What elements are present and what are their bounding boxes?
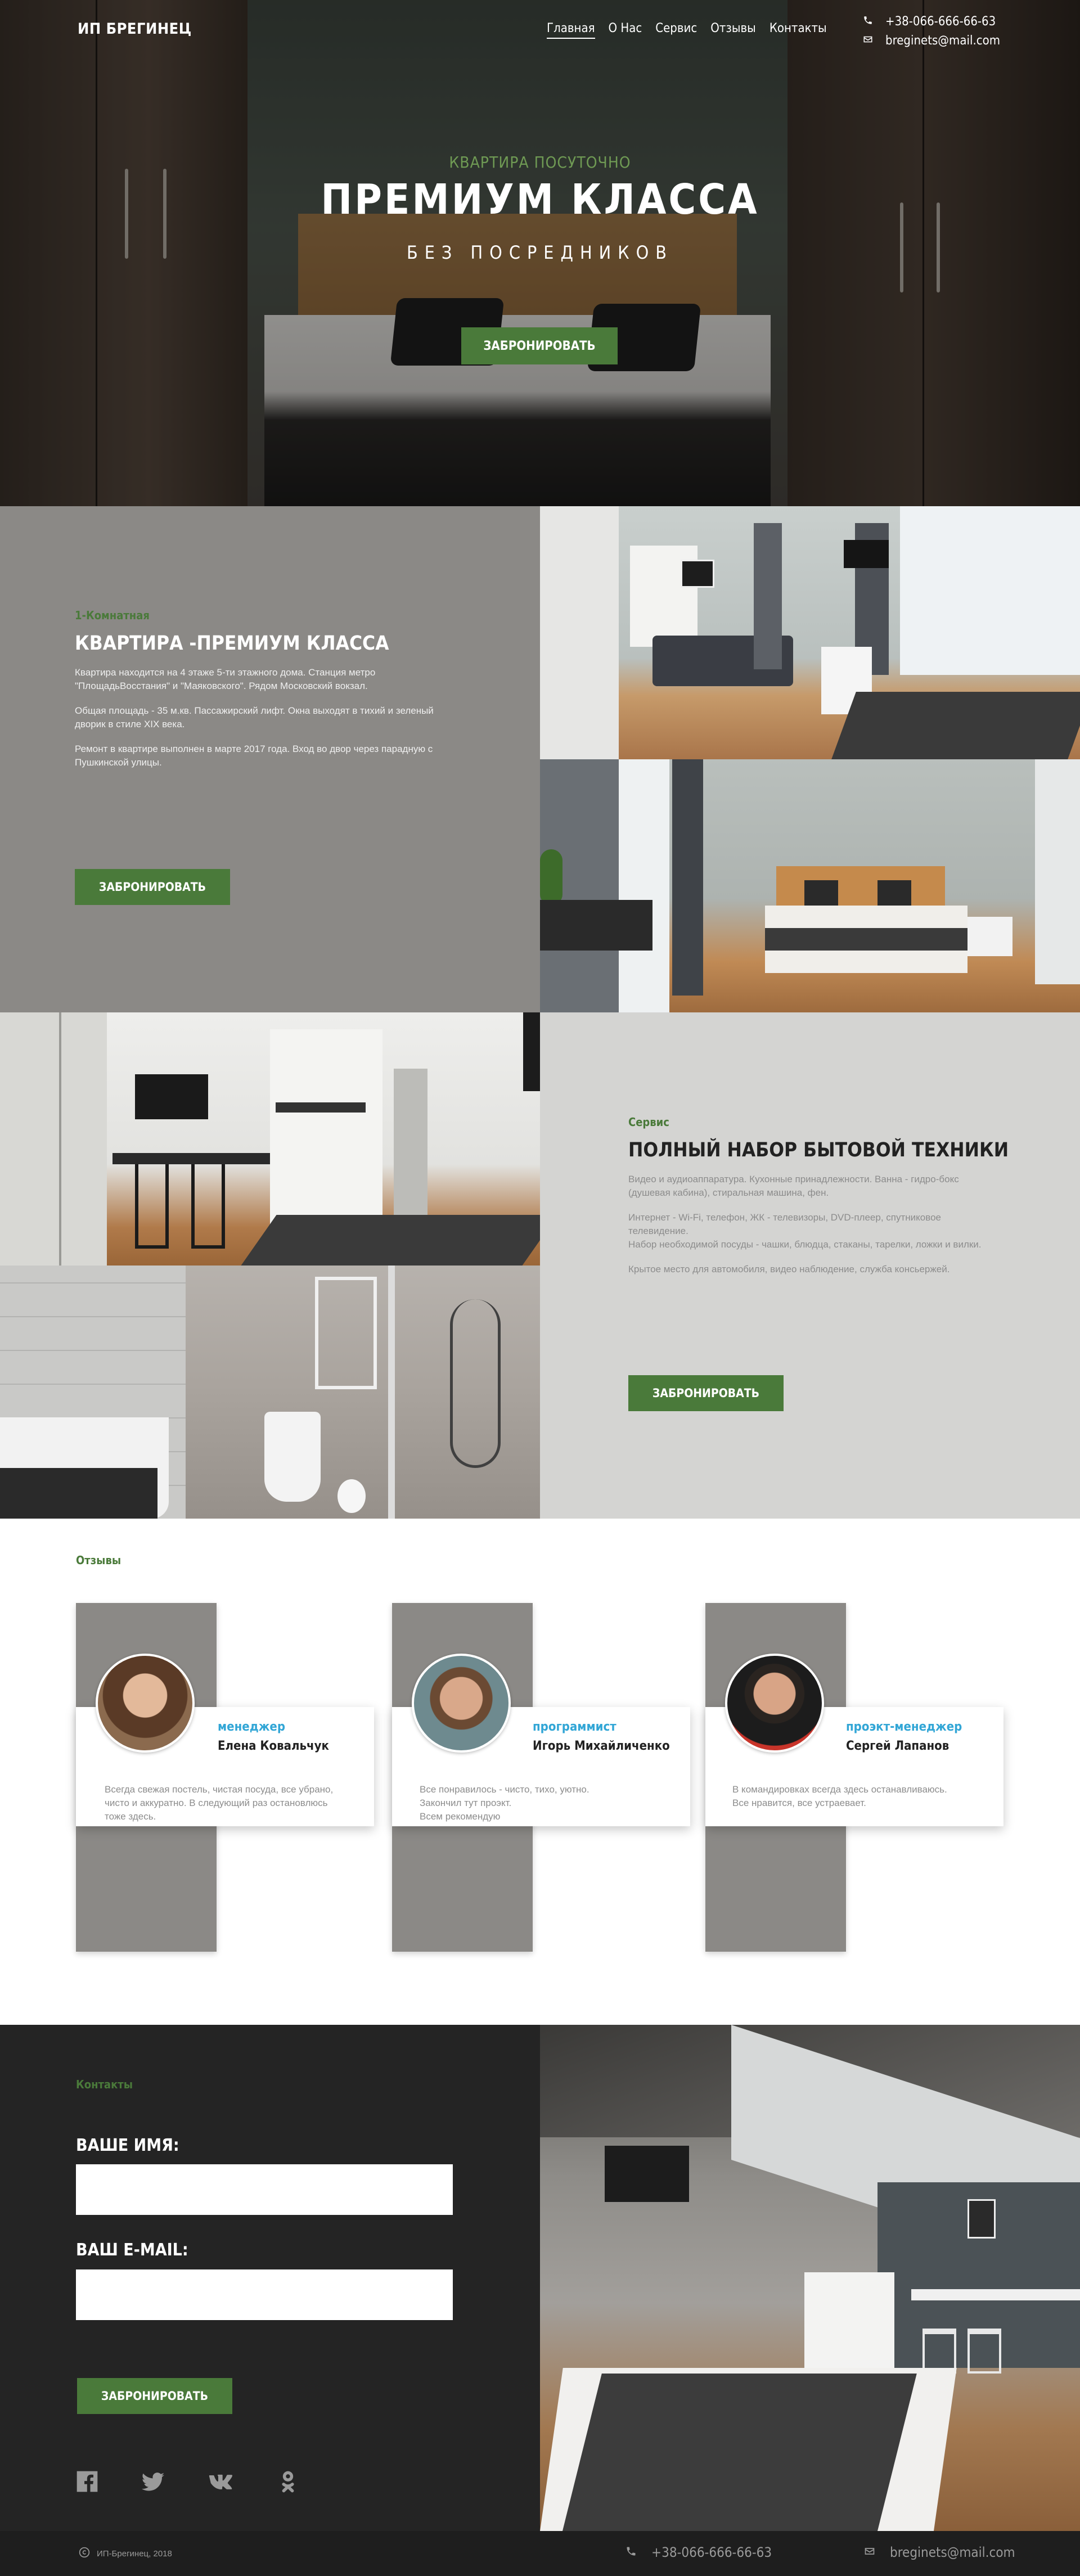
reviews-kicker: Отзывы: [76, 1553, 122, 1567]
nav-item-about[interactable]: О Нас: [609, 21, 642, 39]
bedroom-photo: [540, 759, 1080, 1012]
living-room-photo: [540, 506, 1080, 759]
review-text: Всегда свежая постель, чистая посуда, вс…: [105, 1784, 334, 1822]
apartment-text-1: Квартира находится на 4 этаже 5-ти этажн…: [75, 667, 376, 691]
apartment-book-button[interactable]: ЗАБРОНИРОВАТЬ: [75, 869, 230, 905]
header-email-row[interactable]: breginets@mail.com: [863, 31, 1000, 51]
contacts-book-button[interactable]: ЗАБРОНИРОВАТЬ: [77, 2378, 232, 2414]
apartment-kicker: 1-Комнатная: [75, 609, 150, 622]
hero-subtitle: БЕЗ ПОСРЕДНИКОВ: [406, 242, 674, 263]
facebook-icon[interactable]: [75, 2469, 100, 2494]
review-name: Игорь Михайличенко: [533, 1739, 670, 1753]
review-name: Елена Ковальчук: [218, 1739, 329, 1753]
footer: ИП-Брегинец, 2018 +38-066-666-66-63 breg…: [0, 2531, 1080, 2576]
header-phone-row[interactable]: +38-066-666-66-63: [863, 12, 1000, 31]
copyright-text: ИП-Брегинец, 2018: [97, 2548, 172, 2559]
avatar: [96, 1654, 195, 1753]
footer-email-row[interactable]: breginets@mail.com: [864, 2545, 1015, 2560]
header-phone: +38-066-666-66-63: [885, 15, 996, 29]
nav-item-service[interactable]: Сервис: [655, 21, 697, 39]
service-text-4: Крытое место для автомобиля, видео наблю…: [628, 1264, 950, 1275]
odnoklassniki-icon[interactable]: [276, 2469, 300, 2494]
phone-icon: [863, 12, 873, 31]
footer-copyright: ИП-Брегинец, 2018: [79, 2547, 172, 2560]
review-text: В командировках всегда здесь останавлива…: [732, 1784, 947, 1808]
service-text-3: Набор необходимой посуды - чашки, блюдца…: [628, 1239, 982, 1250]
name-input[interactable]: [76, 2164, 453, 2215]
vk-icon[interactable]: [208, 2469, 233, 2494]
apartment-title: КВАРТИРА -ПРЕМИУМ КЛАССА: [75, 632, 389, 655]
review-name: Сергей Лапанов: [846, 1739, 950, 1753]
email-label: ВАШ E-MAIL:: [76, 2240, 188, 2260]
review-role: проэкт-менеджер: [846, 1720, 962, 1734]
service-book-button[interactable]: ЗАБРОНИРОВАТЬ: [628, 1375, 784, 1411]
phone-icon: [626, 2545, 637, 2560]
copyright-icon: [79, 2547, 90, 2560]
hero-section: ИП БРЕГИНЕЦ Главная О Нас Сервис Отзывы …: [0, 0, 1080, 506]
email-input[interactable]: [76, 2269, 453, 2320]
service-title: ПОЛНЫЙ НАБОР БЫТОВОЙ ТЕХНИКИ: [628, 1139, 1009, 1161]
service-kicker: Сервис: [628, 1115, 669, 1129]
avatar: [725, 1654, 824, 1753]
header-email: breginets@mail.com: [885, 34, 1001, 48]
apartment-text-2: Общая площадь - 35 м.кв. Пассажирский ли…: [75, 705, 434, 729]
footer-phone: +38-066-666-66-63: [651, 2545, 772, 2560]
twitter-icon[interactable]: [141, 2469, 165, 2494]
hero-book-button[interactable]: ЗАБРОНИРОВАТЬ: [461, 327, 618, 364]
hero-title: ПРЕМИУМ КЛАССА: [321, 175, 759, 224]
envelope-icon: [863, 31, 873, 51]
contacts-section: Контакты ВАШЕ ИМЯ: ВАШ E-MAIL: ЗАБРОНИРО…: [0, 2025, 540, 2531]
header-contacts: +38-066-666-66-63 breginets@mail.com: [863, 12, 1000, 51]
nav-item-home[interactable]: Главная: [547, 21, 595, 39]
reviews-section: Отзывы менеджер Елена Ковальчук Всегда с…: [0, 1519, 1080, 2025]
bathroom-photo: [0, 1266, 540, 1519]
nav-item-contacts[interactable]: Контакты: [770, 21, 827, 39]
main-nav: Главная О Нас Сервис Отзывы Контакты: [547, 21, 827, 39]
apartment-text-3: Ремонт в квартире выполнен в марте 2017 …: [75, 744, 433, 768]
envelope-icon: [864, 2545, 875, 2560]
attic-room-photo: [540, 2025, 1080, 2531]
review-text: Все понравилось - чисто, тихо, уютно. За…: [420, 1784, 590, 1822]
service-section: Сервис ПОЛНЫЙ НАБОР БЫТОВОЙ ТЕХНИКИ Виде…: [540, 1012, 1080, 1519]
nav-item-reviews[interactable]: Отзывы: [710, 21, 756, 39]
footer-phone-row[interactable]: +38-066-666-66-63: [626, 2545, 772, 2560]
kitchen-photo: [0, 1012, 540, 1266]
review-role: менеджер: [218, 1720, 285, 1734]
apartment-section: 1-Комнатная КВАРТИРА -ПРЕМИУМ КЛАССА Ква…: [0, 506, 540, 1012]
review-role: программист: [533, 1720, 616, 1734]
name-label: ВАШЕ ИМЯ:: [76, 2136, 179, 2155]
service-text-1: Видео и аудиоаппаратура. Кухонные принад…: [628, 1174, 959, 1198]
site-logo[interactable]: ИП БРЕГИНЕЦ: [78, 20, 192, 38]
contacts-kicker: Контакты: [76, 2078, 133, 2091]
hero-kicker: КВАРТИРА ПОСУТОЧНО: [449, 153, 631, 172]
avatar: [412, 1654, 511, 1753]
footer-email: breginets@mail.com: [890, 2545, 1015, 2560]
service-text-2: Интернет - Wi-Fi, телефон, ЖК - телевизо…: [628, 1212, 941, 1236]
